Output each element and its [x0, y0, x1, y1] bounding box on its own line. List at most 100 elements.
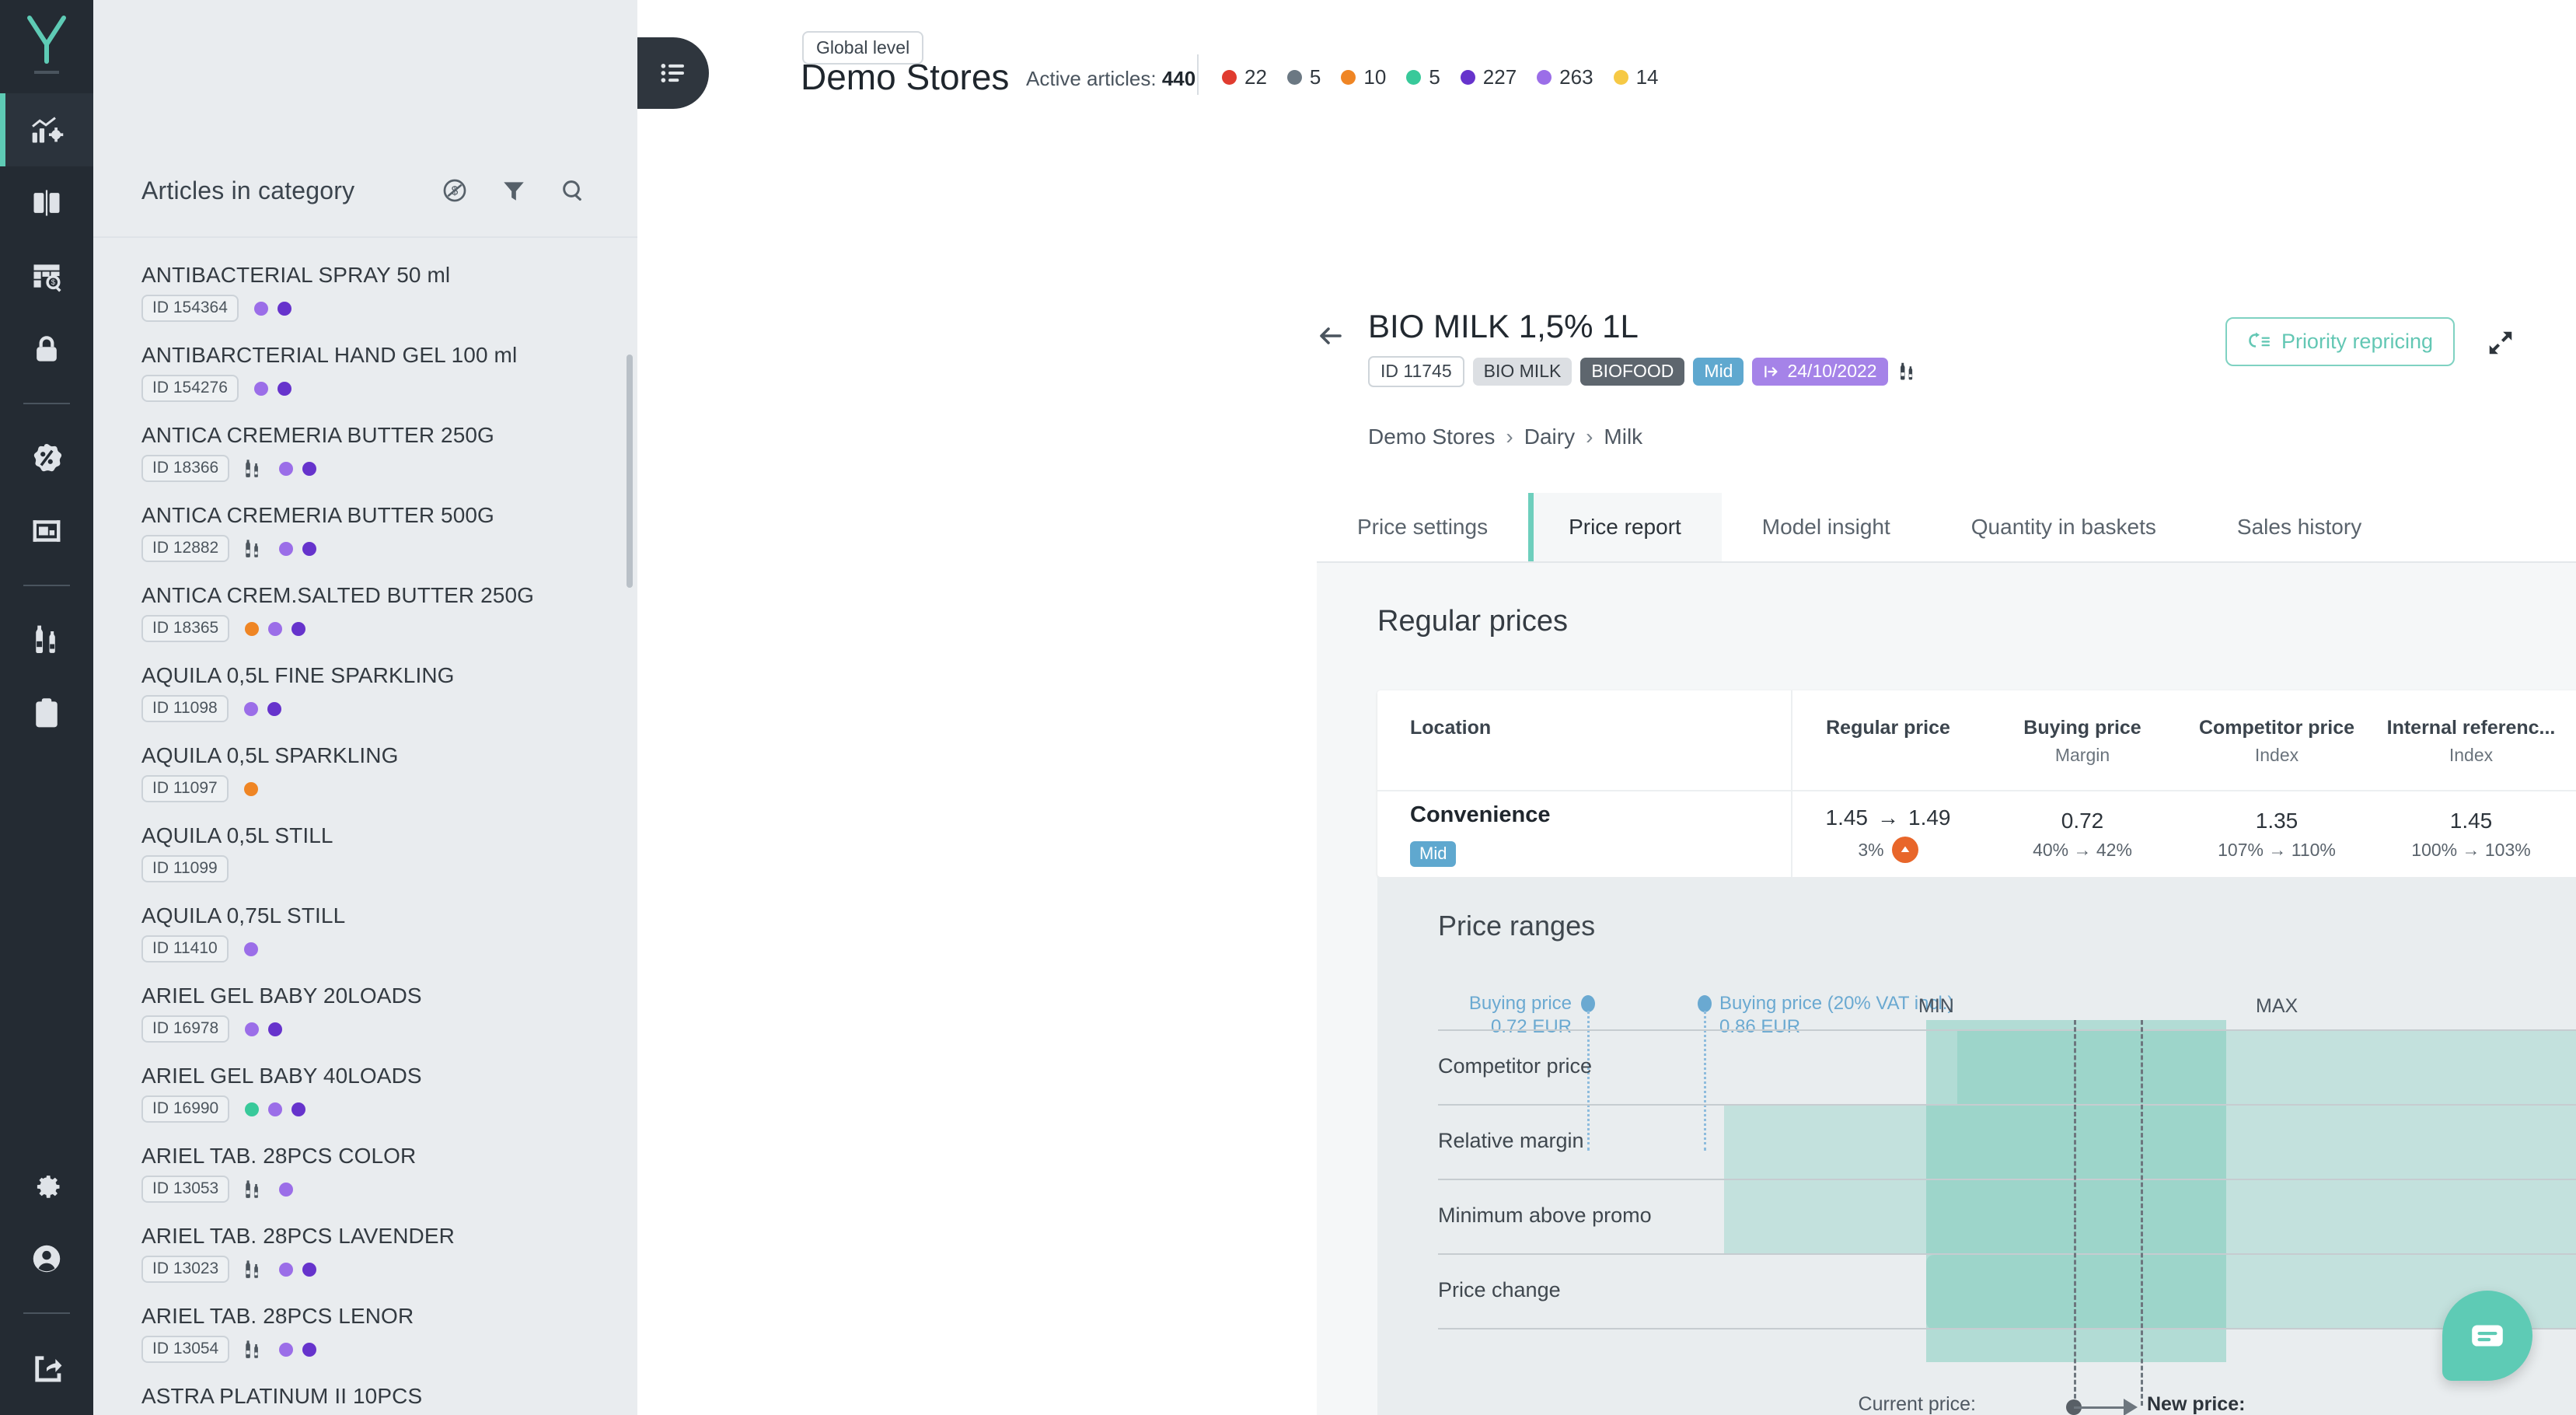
rail-item-shelf-layout[interactable] [0, 494, 93, 568]
table-header-row: Location Regular price Buying price Marg… [1377, 690, 2576, 791]
legend-item[interactable]: 263 [1537, 65, 1593, 89]
rail-item-tasks[interactable] [0, 676, 93, 749]
regular-price-new: 1.49 [1908, 805, 1951, 830]
th-buying-price-sub: Margin [2054, 745, 2110, 765]
list-item[interactable]: ARIEL TAB. 28PCS LAVENDER ID 13023 [93, 1213, 637, 1293]
list-item[interactable]: AQUILA 0,5L STILL ID 11099 [93, 812, 637, 893]
tab-price-report[interactable]: Price report [1528, 493, 1722, 561]
list-item[interactable]: ANTICA CREMERIA BUTTER 500G ID 12882 [93, 492, 637, 572]
bottles-icon [242, 1338, 264, 1361]
lock-icon [37, 336, 57, 362]
active-articles-stat: Active articles: 440 [1026, 67, 1196, 91]
legend-item[interactable]: 10 [1341, 65, 1386, 89]
menu-toggle-button[interactable] [637, 37, 709, 109]
rail-item-products[interactable] [0, 603, 93, 676]
rail-item-analytics-pricing[interactable] [0, 93, 93, 166]
tab-label: Model insight [1761, 515, 1890, 539]
legend-item[interactable]: 5 [1406, 65, 1440, 89]
list-item[interactable]: ARIEL GEL BABY 20LOADS ID 16978 [93, 973, 637, 1053]
status-dot-icon [279, 1182, 294, 1197]
article-status-dots [243, 781, 258, 796]
sidebar-scrollbar[interactable] [627, 355, 633, 588]
list-item[interactable]: ASTRA PLATINUM II 10PCSID 12981 [93, 1373, 637, 1415]
current-price-note-label: Current price: [1858, 1393, 1976, 1415]
article-status-dots [245, 621, 306, 636]
status-dot-icon [277, 301, 291, 316]
list-item[interactable]: AQUILA 0,5L FINE SPARKLING ID 11098 [93, 652, 637, 732]
status-dot-icon [268, 621, 283, 636]
legend-value: 22 [1244, 65, 1267, 89]
back-button[interactable] [1317, 322, 1345, 350]
article-id-chip: ID 13054 [141, 1336, 230, 1364]
cell-median-competitor: 1.22 119% → 122% [2568, 809, 2576, 861]
list-item[interactable]: AQUILA 0,5L SPARKLING ID 11097 [93, 732, 637, 812]
app-logo[interactable] [0, 0, 93, 93]
chat-support-button[interactable] [2442, 1291, 2532, 1381]
cell-location-badge: Mid [1410, 840, 1457, 867]
tab-model-insight[interactable]: Model insight [1722, 493, 1931, 561]
status-dot-icon [245, 1102, 260, 1116]
breadcrumb-item[interactable]: Dairy [1524, 424, 1575, 449]
rail-item-promotions[interactable] [0, 421, 93, 494]
new-price-note-label: New price: [2147, 1393, 2246, 1415]
legend-dot-icon [1613, 70, 1628, 85]
status-dot-icon [253, 301, 268, 316]
no-price-icon[interactable]: $ [442, 177, 468, 204]
tab-sales-history[interactable]: Sales history [2197, 493, 2402, 561]
tab-bar: Price settings Price report Model insight Q… [1317, 493, 2576, 561]
tab-price-settings[interactable]: Price settings [1317, 493, 1528, 561]
chart-row-label-minimum-above-promo: Minimum above promo [1438, 1204, 1652, 1227]
chart-gear-icon [32, 117, 64, 143]
article-name: AQUILA 0,5L FINE SPARKLING [141, 663, 455, 688]
cell-regular-price: 1.45 → 1.49 3% [1791, 805, 1985, 863]
list-item[interactable]: ARIEL TAB. 28PCS LENOR ID 13054 [93, 1293, 637, 1373]
svg-text:$: $ [51, 278, 56, 287]
article-name: ANTIBARCTERIAL HAND GEL 100 ml [141, 343, 518, 368]
legend-value: 14 [1635, 65, 1659, 89]
rail-item-price-audit[interactable]: $ [0, 239, 93, 313]
legend-item[interactable]: 22 [1222, 65, 1267, 89]
article-id-chip: ID 12882 [141, 535, 230, 563]
rail-item-price-comparison[interactable] [0, 166, 93, 239]
chart-bottom-gridline [1438, 1328, 2576, 1329]
tab-quantity-in-baskets[interactable]: Quantity in baskets [1931, 493, 2197, 561]
article-meta: ID 12882 [141, 535, 591, 563]
article-list[interactable]: ANTIBACTERIAL SPRAY 50 ml ID 154364 ANTIBA… [93, 238, 637, 1415]
th-buying-price-label: Buying price [2023, 717, 2141, 739]
rail-item-account[interactable] [0, 1222, 93, 1295]
legend-item[interactable]: 227 [1460, 65, 1517, 89]
th-competitor-price: Competitor price Index [2180, 690, 2374, 766]
filter-icon[interactable] [501, 177, 527, 204]
breadcrumb-item[interactable]: Milk [1604, 424, 1642, 449]
list-item[interactable]: ARIEL TAB. 28PCS COLOR ID 13053 [93, 1133, 637, 1213]
list-item[interactable]: ANTIBACTERIAL SPRAY 50 ml ID 154364 [93, 252, 637, 332]
expand-button[interactable] [2486, 328, 2515, 362]
priority-repricing-button[interactable]: Priority repricing [2225, 317, 2455, 366]
chart-bar-minimum-above-promo [1724, 1180, 2576, 1255]
list-item[interactable]: ANTICA CREMERIA BUTTER 250G ID 18366 [93, 412, 637, 492]
price-up-icon [1891, 837, 1918, 863]
article-meta: ID 11410 [141, 935, 591, 963]
cell-internal-reference-main: 1.45 [2449, 808, 2493, 833]
th-competitor-price-sub: Index [2254, 745, 2299, 765]
list-item[interactable]: ARIEL GEL BABY 40LOADS ID 16990 [93, 1053, 637, 1133]
active-articles-label: Active articles: [1026, 67, 1157, 90]
main-area: Global level Demo Stores Active articles… [637, 0, 2576, 1415]
list-item[interactable]: ANTICA CREM.SALTED BUTTER 250G ID 18365 [93, 572, 637, 652]
table-row[interactable]: Convenience Mid 1.45 → 1.49 3% 0.72 40% … [1377, 791, 2576, 877]
article-meta: ID 13023 [141, 1256, 591, 1284]
rail-item-logout[interactable] [0, 1331, 93, 1404]
cell-regular-price-sub: 3% [1858, 837, 1918, 863]
breadcrumb-item[interactable]: Demo Stores [1368, 424, 1495, 449]
rail-item-settings[interactable] [0, 1149, 93, 1222]
list-item[interactable]: ANTIBARCTERIAL HAND GEL 100 ml ID 154276 [93, 332, 637, 412]
rail-item-security[interactable] [0, 313, 93, 386]
list-item[interactable]: AQUILA 0,75L STILL ID 11410 [93, 893, 637, 973]
tag-category: BIOFOOD [1580, 358, 1685, 386]
active-articles-count: 440 [1161, 67, 1196, 90]
legend-item[interactable]: 5 [1286, 65, 1321, 89]
legend-item[interactable]: 14 [1613, 65, 1659, 89]
article-meta: ID 18366 [141, 455, 591, 483]
search-icon[interactable] [560, 177, 586, 204]
regular-price-old: 1.45 [1825, 805, 1869, 830]
